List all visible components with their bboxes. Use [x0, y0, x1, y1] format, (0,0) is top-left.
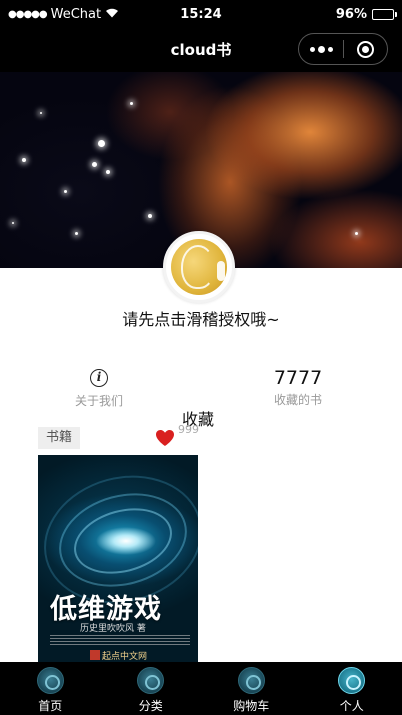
battery-icon	[372, 8, 397, 20]
star	[12, 222, 14, 224]
book-author: 历史里吹吹风 著	[80, 624, 146, 634]
book-publisher: 起点中文网	[90, 649, 147, 662]
tab-cart[interactable]: 购物车	[201, 662, 302, 715]
info-icon: i	[90, 369, 108, 387]
status-bar: ●●●●● WeChat 15:24 96%	[0, 0, 402, 28]
star	[355, 232, 358, 235]
carrier-name: WeChat	[50, 6, 102, 22]
star	[40, 112, 42, 114]
star	[75, 232, 78, 235]
about-us-button[interactable]: i 关于我们	[39, 366, 159, 409]
heart-icon[interactable]	[155, 429, 175, 447]
tab-category[interactable]: 分类	[101, 662, 202, 715]
tab-label: 首页	[38, 699, 63, 713]
star	[148, 214, 152, 218]
navigation-bar: cloud书	[0, 28, 402, 72]
status-right: 96%	[335, 6, 397, 22]
close-button[interactable]	[344, 34, 387, 64]
status-left: ●●●●● WeChat	[8, 7, 119, 22]
book-cover[interactable]: 低维游戏 历史里吹吹风 著 起点中文网	[38, 455, 198, 662]
star	[98, 140, 105, 147]
avatar[interactable]	[163, 231, 235, 303]
star	[130, 102, 133, 105]
book-blurb	[50, 635, 190, 645]
star	[92, 162, 97, 167]
favorite-count: 7777	[273, 367, 323, 389]
star	[64, 190, 67, 193]
more-menu-button[interactable]	[299, 34, 343, 64]
cart-icon	[237, 667, 265, 694]
tab-bar: 首页 分类 购物车 个人	[0, 662, 402, 715]
home-icon	[36, 667, 64, 694]
favorite-books-label: 收藏的书	[273, 393, 322, 407]
publisher-logo-icon	[90, 650, 100, 660]
favorite-books-stat[interactable]: 7777 收藏的书	[238, 366, 358, 408]
wifi-icon	[105, 7, 119, 21]
tab-label: 分类	[138, 699, 163, 713]
mini-program-capsule	[298, 33, 388, 65]
category-tag[interactable]: 书籍	[38, 427, 80, 449]
publisher-name: 起点中文网	[102, 652, 148, 662]
tab-label: 购物车	[233, 699, 270, 713]
funny-face-avatar-icon	[171, 239, 227, 295]
category-icon	[137, 667, 165, 694]
close-icon	[356, 40, 374, 58]
profile-icon	[338, 667, 366, 694]
tab-label: 个人	[339, 699, 364, 713]
star	[106, 170, 110, 174]
about-us-label: 关于我们	[74, 394, 123, 408]
auth-prompt[interactable]: 请先点击滑稽授权哦~	[0, 306, 402, 330]
signal-icon: ●●●●●	[8, 8, 48, 20]
battery-percent: 96%	[335, 6, 367, 22]
star	[22, 158, 26, 162]
tab-profile[interactable]: 个人	[302, 662, 402, 715]
like-count: 999	[178, 423, 199, 436]
tab-home[interactable]: 首页	[0, 662, 101, 715]
